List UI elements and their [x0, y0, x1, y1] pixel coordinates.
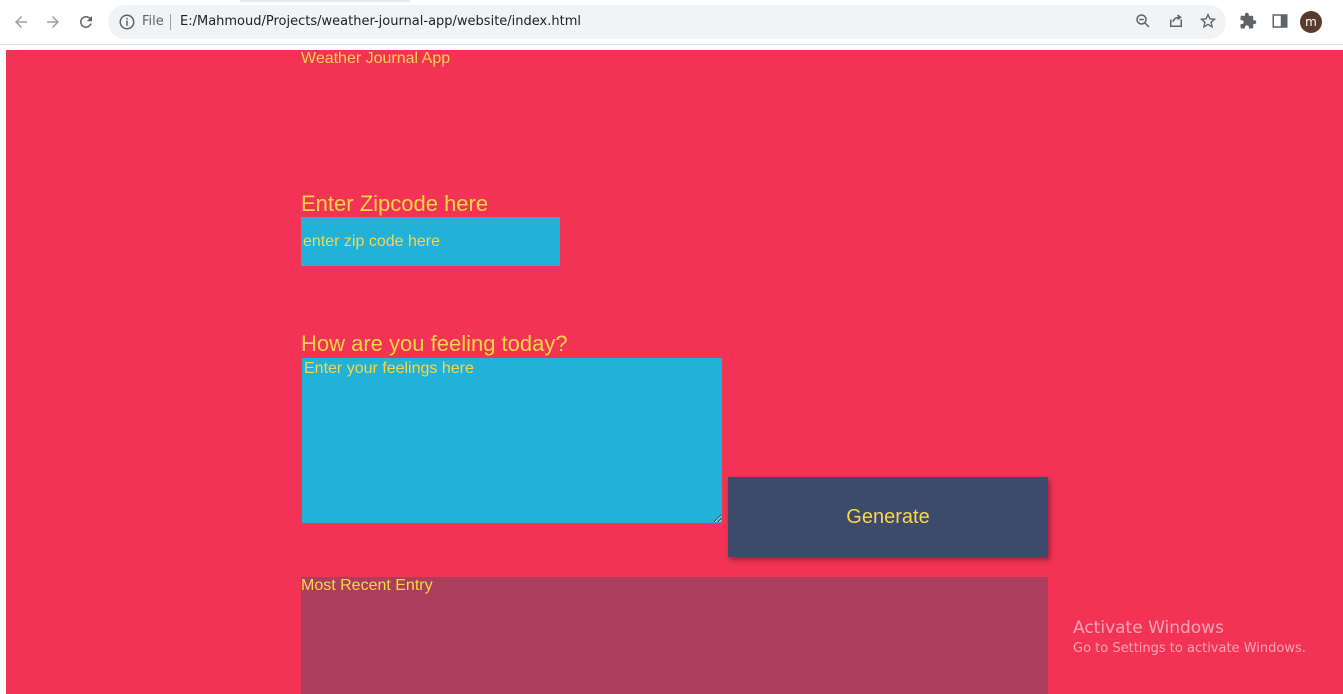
- arrow-right-icon: [47, 16, 59, 28]
- browser-toolbar: File E:/Mahmoud/Projects/weather-journal…: [0, 0, 1343, 45]
- generate-button[interactable]: Generate: [728, 477, 1048, 557]
- address-separator: [170, 14, 171, 30]
- back-button[interactable]: [8, 9, 34, 35]
- url-text[interactable]: E:/Mahmoud/Projects/weather-journal-app/…: [180, 14, 581, 29]
- zoom-out-icon[interactable]: [1134, 12, 1154, 32]
- recent-entry-panel: Most Recent Entry: [301, 577, 1048, 694]
- file-scheme-label: File: [142, 14, 164, 29]
- app-title: Weather Journal App: [301, 50, 451, 67]
- profile-avatar[interactable]: m: [1300, 11, 1322, 33]
- star-icon[interactable]: [1199, 12, 1219, 32]
- watermark-title: Activate Windows: [1073, 618, 1224, 638]
- zip-label: Enter Zipcode here: [301, 191, 489, 216]
- page-viewport: Weather Journal App Enter Zipcode here H…: [0, 45, 1343, 694]
- puzzle-icon[interactable]: [1239, 12, 1259, 32]
- reload-icon: [79, 15, 92, 28]
- app-container: Weather Journal App Enter Zipcode here H…: [6, 50, 1343, 694]
- reload-button[interactable]: [73, 9, 99, 35]
- info-icon[interactable]: [118, 13, 136, 31]
- forward-button[interactable]: [40, 9, 66, 35]
- arrow-left-icon: [15, 16, 27, 28]
- watermark-subtitle: Go to Settings to activate Windows.: [1073, 641, 1306, 656]
- address-bar[interactable]: File E:/Mahmoud/Projects/weather-journal…: [108, 5, 1226, 39]
- feelings-label: How are you feeling today?: [301, 331, 568, 356]
- share-icon[interactable]: [1167, 12, 1187, 32]
- side-panel-icon[interactable]: [1271, 12, 1291, 32]
- recent-entry-title: Most Recent Entry: [301, 577, 433, 594]
- zip-input[interactable]: [301, 217, 560, 266]
- feelings-textarea[interactable]: [302, 358, 722, 523]
- windows-activation-watermark: Activate Windows Go to Settings to activ…: [1073, 618, 1306, 656]
- tab-edge: [240, 0, 410, 2]
